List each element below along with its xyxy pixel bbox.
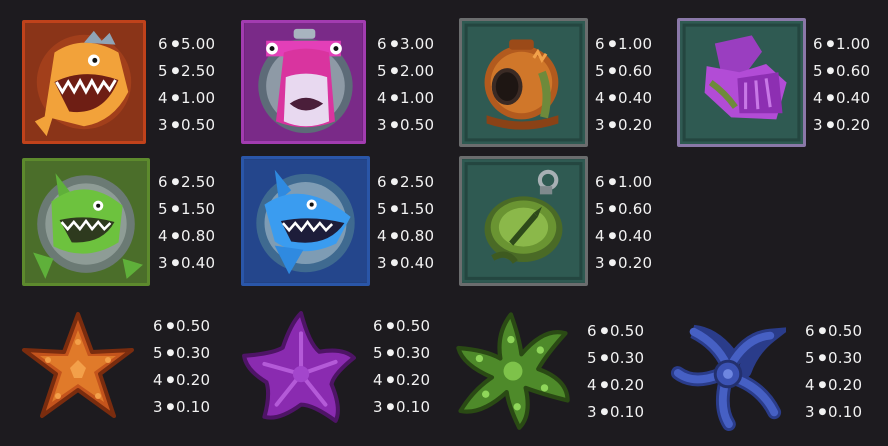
pay-row: 5 ● 0.60 — [595, 62, 653, 80]
compass-paytable: 6 ● 1.00 5 ● 0.60 4 ● 0.40 3 ● 0.20 — [595, 169, 679, 277]
pay-row: 3 ● 0.40 — [158, 254, 216, 272]
flippers-tile — [677, 18, 806, 147]
pay-row: 6 ● 1.00 — [813, 35, 871, 53]
pay-row: 4 ● 0.40 — [595, 89, 653, 107]
pay-row: 3 ● 0.10 — [373, 398, 431, 416]
pay-row: 4 ● 1.00 — [377, 89, 435, 107]
pay-row: 6 ● 1.00 — [595, 173, 653, 191]
blue-brittle-star-paytable: 6 ● 0.50 5 ● 0.30 4 ● 0.20 3 ● 0.10 — [805, 318, 888, 426]
pay-row: 6 ● 2.50 — [377, 173, 435, 191]
orange-starfish-icon — [22, 312, 134, 418]
pay-row: 6 ● 0.50 — [805, 322, 863, 340]
pay-row: 3 ● 0.20 — [595, 254, 653, 272]
pay-row: 6 ● 1.00 — [595, 35, 653, 53]
pay-row: 5 ● 2.00 — [377, 62, 435, 80]
pay-row: 3 ● 0.50 — [377, 116, 435, 134]
diving-helmet-icon — [462, 21, 585, 144]
pay-row: 3 ● 0.10 — [587, 403, 645, 421]
compass-tile — [459, 156, 588, 286]
pink-hammerhead-icon — [244, 23, 363, 141]
pay-row: 5 ● 0.30 — [587, 349, 645, 367]
pay-row: 6 ● 0.50 — [153, 317, 211, 335]
pay-row: 3 ● 0.10 — [805, 403, 863, 421]
orange-shark-tile — [22, 20, 146, 144]
pay-row: 4 ● 0.20 — [587, 376, 645, 394]
purple-starfish-paytable: 6 ● 0.50 5 ● 0.30 4 ● 0.20 3 ● 0.10 — [373, 313, 457, 421]
pay-row: 6 ● 0.50 — [587, 322, 645, 340]
pay-row: 4 ● 0.80 — [158, 227, 216, 245]
blue-shark-tile — [241, 156, 370, 286]
pay-row: 5 ● 0.30 — [153, 344, 211, 362]
green-starfish-paytable: 6 ● 0.50 5 ● 0.30 4 ● 0.20 3 ● 0.10 — [587, 318, 671, 426]
green-starfish-icon — [456, 312, 570, 430]
compass-icon — [462, 159, 585, 283]
pay-row: 6 ● 2.50 — [158, 173, 216, 191]
orange-shark-icon — [25, 23, 143, 141]
green-shark-paytable: 6 ● 2.50 5 ● 1.50 4 ● 0.80 3 ● 0.40 — [158, 169, 242, 277]
orange-starfish-symbol — [18, 308, 138, 428]
pay-row: 4 ● 1.00 — [158, 89, 216, 107]
green-shark-icon — [25, 161, 147, 283]
blue-shark-paytable: 6 ● 2.50 5 ● 1.50 4 ● 0.80 3 ● 0.40 — [377, 169, 461, 277]
pay-row: 6 ● 0.50 — [373, 317, 431, 335]
pay-row: 5 ● 0.30 — [805, 349, 863, 367]
pay-row: 4 ● 0.20 — [373, 371, 431, 389]
pay-row: 5 ● 0.60 — [813, 62, 871, 80]
orange-starfish-paytable: 6 ● 0.50 5 ● 0.30 4 ● 0.20 3 ● 0.10 — [153, 313, 237, 421]
flippers-icon — [680, 21, 803, 144]
blue-brittle-star-icon — [670, 324, 786, 432]
pink-hammerhead-tile — [241, 20, 366, 144]
purple-starfish-symbol — [238, 306, 360, 430]
pay-row: 5 ● 1.50 — [377, 200, 435, 218]
pay-row: 4 ● 0.20 — [805, 376, 863, 394]
pink-hammerhead-paytable: 6 ● 3.00 5 ● 2.00 4 ● 1.00 3 ● 0.50 — [377, 31, 461, 139]
diving-helmet-tile — [459, 18, 588, 147]
green-shark-tile — [22, 158, 150, 286]
pay-row: 5 ● 1.50 — [158, 200, 216, 218]
green-starfish-symbol — [450, 306, 576, 432]
pay-row: 6 ● 3.00 — [377, 35, 435, 53]
blue-shark-icon — [244, 159, 367, 283]
orange-shark-paytable: 6 ● 5.00 5 ● 2.50 4 ● 1.00 3 ● 0.50 — [158, 31, 242, 139]
pay-row: 4 ● 0.40 — [595, 227, 653, 245]
pay-row: 6 ● 5.00 — [158, 35, 216, 53]
pay-row: 4 ● 0.80 — [377, 227, 435, 245]
purple-starfish-icon — [242, 311, 356, 423]
pay-row: 3 ● 0.50 — [158, 116, 216, 134]
pay-row: 5 ● 0.60 — [595, 200, 653, 218]
flippers-paytable: 6 ● 1.00 5 ● 0.60 4 ● 0.40 3 ● 0.20 — [813, 31, 888, 139]
pay-row: 4 ● 0.20 — [153, 371, 211, 389]
pay-row: 3 ● 0.20 — [595, 116, 653, 134]
pay-row: 3 ● 0.20 — [813, 116, 871, 134]
pay-row: 3 ● 0.40 — [377, 254, 435, 272]
pay-row: 5 ● 2.50 — [158, 62, 216, 80]
pay-row: 5 ● 0.30 — [373, 344, 431, 362]
pay-row: 3 ● 0.10 — [153, 398, 211, 416]
pay-row: 4 ● 0.40 — [813, 89, 871, 107]
diving-helmet-paytable: 6 ● 1.00 5 ● 0.60 4 ● 0.40 3 ● 0.20 — [595, 31, 679, 139]
blue-brittle-star-symbol — [668, 314, 786, 432]
